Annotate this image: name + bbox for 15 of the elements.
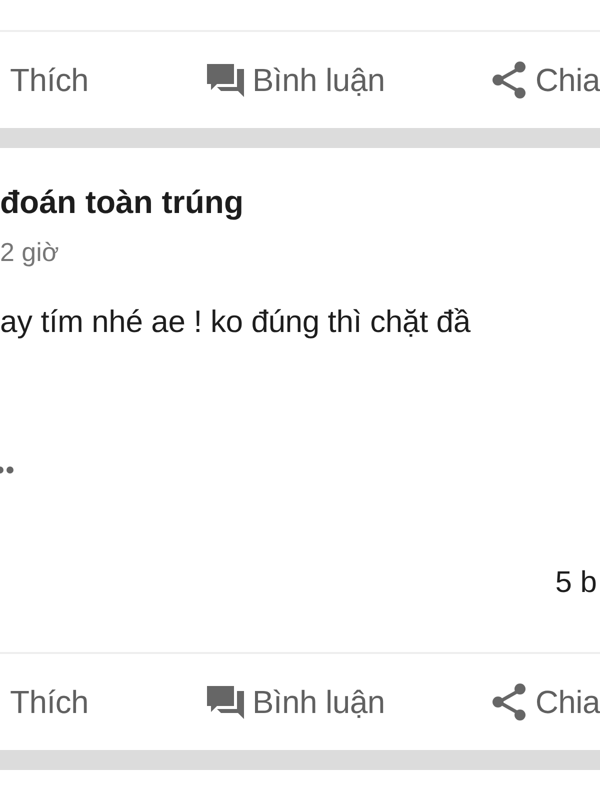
like-button[interactable]: Thích xyxy=(10,62,89,98)
comment-icon xyxy=(207,686,244,718)
post-time: 2 giờ xyxy=(0,237,60,268)
share-button[interactable]: Chia xyxy=(535,62,600,98)
comment-count[interactable]: 5 b xyxy=(555,566,597,600)
comment-button[interactable]: Bình luận xyxy=(252,684,385,720)
like-button[interactable]: Thích xyxy=(10,684,89,720)
dots-icon[interactable] xyxy=(0,466,14,474)
comment-button[interactable]: Bình luận xyxy=(252,62,385,98)
post-text: ay tím nhé ae ! ko đúng thì chặt đầ xyxy=(0,304,472,340)
share-button[interactable]: Chia xyxy=(535,684,600,720)
share-icon xyxy=(492,61,528,99)
share-icon xyxy=(492,683,528,721)
post-title: đoán toàn trúng xyxy=(0,184,245,221)
comment-icon xyxy=(207,64,244,96)
